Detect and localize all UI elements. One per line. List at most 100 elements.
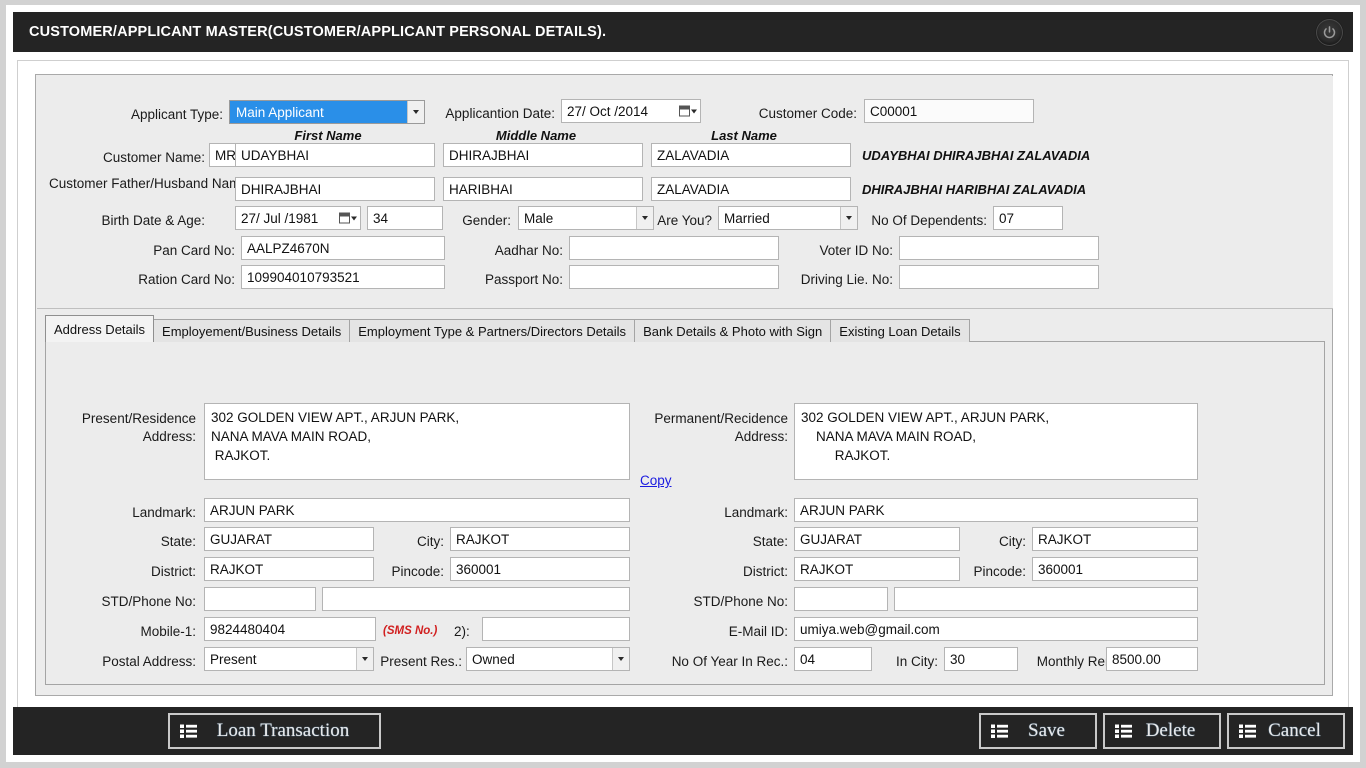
copy-address-link[interactable]: Copy xyxy=(640,473,672,488)
passport-field[interactable] xyxy=(569,265,779,289)
father-first-name-field[interactable]: DHIRAJBHAI xyxy=(235,177,435,201)
application-date-label: Applicantion Date: xyxy=(445,106,555,121)
last-name-column-header: Last Name xyxy=(711,128,777,143)
save-button[interactable]: Save xyxy=(979,713,1097,749)
customer-middle-name-field[interactable]: DHIRAJBHAI xyxy=(443,143,643,167)
present-city-field[interactable]: RAJKOT xyxy=(450,527,630,551)
list-icon xyxy=(1239,724,1256,738)
birth-date-value: 27/ Jul /1981 xyxy=(241,210,319,226)
customer-code-field[interactable]: C00001 xyxy=(864,99,1034,123)
applicant-type-value: Main Applicant xyxy=(236,104,324,120)
permanent-state-field[interactable]: GUJARAT xyxy=(794,527,960,551)
dependents-label: No Of Dependents: xyxy=(871,213,987,228)
chevron-down-icon[interactable] xyxy=(407,101,424,123)
monthly-rent-label: Monthly Rent: xyxy=(1036,654,1120,669)
permanent-pincode-field[interactable]: 360001 xyxy=(1032,557,1198,581)
customer-code-label: Customer Code: xyxy=(758,106,857,121)
years-in-residence-field[interactable]: 04 xyxy=(794,647,872,671)
voter-id-label: Voter ID No: xyxy=(819,243,893,258)
pan-card-field[interactable]: AALPZ4670N xyxy=(241,236,445,260)
permanent-address-textarea[interactable]: 302 GOLDEN VIEW APT., ARJUN PARK, NANA M… xyxy=(794,403,1198,480)
delete-button[interactable]: Delete xyxy=(1103,713,1221,749)
passport-label: Passport No: xyxy=(484,272,563,287)
age-field[interactable]: 34 xyxy=(367,206,443,230)
chevron-down-icon[interactable] xyxy=(612,648,629,670)
loan-transaction-button[interactable]: Loan Transaction xyxy=(168,713,381,749)
permanent-std-phone-label: STD/Phone No: xyxy=(693,594,788,609)
present-phone-field[interactable] xyxy=(322,587,630,611)
present-address-label-line1: Present/Residence xyxy=(81,411,196,426)
driving-licence-field[interactable] xyxy=(899,265,1099,289)
father-last-name-field[interactable]: ZALAVADIA xyxy=(651,177,851,201)
cancel-button[interactable]: Cancel xyxy=(1227,713,1345,749)
present-state-label: State: xyxy=(160,534,196,549)
customer-first-name-field[interactable]: UDAYBHAI xyxy=(235,143,435,167)
present-res-label: Present Res.: xyxy=(380,654,462,669)
loan-transaction-label: Loan Transaction xyxy=(216,720,350,741)
permanent-std-field[interactable] xyxy=(794,587,888,611)
birth-date-field[interactable]: 27/ Jul /1981 xyxy=(235,206,361,230)
mobile-2-field[interactable] xyxy=(482,617,630,641)
action-bar: Loan Transaction Save Delete Cancel xyxy=(13,707,1353,755)
permanent-address-label-line2: Address: xyxy=(734,429,788,444)
father-middle-name-field[interactable]: HARIBHAI xyxy=(443,177,643,201)
permanent-pincode-label: Pincode: xyxy=(973,564,1026,579)
present-district-field[interactable]: RAJKOT xyxy=(204,557,374,581)
present-landmark-field[interactable]: ARJUN PARK xyxy=(204,498,630,522)
permanent-phone-field[interactable] xyxy=(894,587,1198,611)
application-date-field[interactable]: 27/ Oct /2014 xyxy=(561,99,701,123)
gender-value: Male xyxy=(524,210,554,226)
monthly-rent-field[interactable]: 8500.00 xyxy=(1106,647,1198,671)
tab-employment-type-partners[interactable]: Employment Type & Partners/Directors Det… xyxy=(349,319,636,342)
calendar-icon[interactable] xyxy=(679,105,697,117)
tab-label: Employment Type & Partners/Directors Det… xyxy=(358,323,627,339)
postal-address-dropdown[interactable]: Present xyxy=(204,647,374,671)
present-state-field[interactable]: GUJARAT xyxy=(204,527,374,551)
permanent-landmark-field[interactable]: ARJUN PARK xyxy=(794,498,1198,522)
tab-address-details[interactable]: Address Details xyxy=(45,315,155,342)
ration-card-field[interactable]: 109904010793521 xyxy=(241,265,445,289)
mobile-1-field[interactable]: 9824480404 xyxy=(204,617,376,641)
list-icon xyxy=(180,724,197,738)
gender-dropdown[interactable]: Male xyxy=(518,206,654,230)
customer-last-name-field[interactable]: ZALAVADIA xyxy=(651,143,851,167)
chevron-down-icon[interactable] xyxy=(840,207,857,229)
permanent-district-field[interactable]: RAJKOT xyxy=(794,557,960,581)
tab-bank-details-photo-sign[interactable]: Bank Details & Photo with Sign xyxy=(634,319,832,342)
marital-status-dropdown[interactable]: Married xyxy=(718,206,858,230)
tab-strip: Address Details Employement/Business Det… xyxy=(45,315,970,342)
tab-label: Address Details xyxy=(54,321,146,337)
present-landmark-label: Landmark: xyxy=(132,505,196,520)
in-city-field[interactable]: 30 xyxy=(944,647,1018,671)
email-field[interactable]: umiya.web@gmail.com xyxy=(794,617,1198,641)
tab-existing-loan-details[interactable]: Existing Loan Details xyxy=(830,319,970,342)
delete-label: Delete xyxy=(1145,720,1196,741)
list-icon xyxy=(991,724,1008,738)
applicant-type-label: Applicant Type: xyxy=(130,107,223,122)
mobile-2-label: 2): xyxy=(454,624,470,639)
birth-date-age-label: Birth Date & Age: xyxy=(101,213,205,228)
address-details-panel: Present/Residence Address: 302 GOLDEN VI… xyxy=(45,341,1325,685)
present-address-textarea[interactable]: 302 GOLDEN VIEW APT., ARJUN PARK, NANA M… xyxy=(204,403,630,480)
permanent-city-field[interactable]: RAJKOT xyxy=(1032,527,1198,551)
present-address-label-line2: Address: xyxy=(142,429,196,444)
title-bar: CUSTOMER/APPLICANT MASTER(CUSTOMER/APPLI… xyxy=(13,12,1353,52)
calendar-icon[interactable] xyxy=(339,212,357,224)
in-city-label: In City: xyxy=(895,654,938,669)
gender-label: Gender: xyxy=(462,213,511,228)
tab-employment-business-details[interactable]: Employement/Business Details xyxy=(153,319,351,342)
power-icon[interactable] xyxy=(1316,19,1343,46)
voter-id-field[interactable] xyxy=(899,236,1099,260)
aadhar-field[interactable] xyxy=(569,236,779,260)
details-tabs: Address Details Employement/Business Det… xyxy=(45,315,1325,685)
present-res-dropdown[interactable]: Owned xyxy=(466,647,630,671)
applicant-type-dropdown[interactable]: Main Applicant xyxy=(229,100,425,124)
present-address-label: Present/Residence Address: xyxy=(50,410,196,446)
present-res-value: Owned xyxy=(472,651,515,667)
present-pincode-field[interactable]: 360001 xyxy=(450,557,630,581)
marital-status-value: Married xyxy=(724,210,770,226)
dependents-field[interactable]: 07 xyxy=(993,206,1063,230)
present-pincode-label: Pincode: xyxy=(391,564,444,579)
window-title: CUSTOMER/APPLICANT MASTER(CUSTOMER/APPLI… xyxy=(29,24,607,40)
present-std-field[interactable] xyxy=(204,587,316,611)
